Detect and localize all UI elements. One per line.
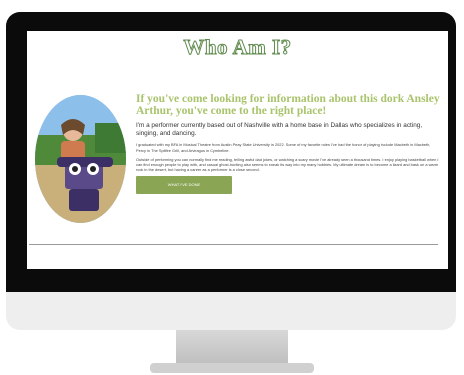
profile-photo [35,95,126,223]
about-paragraph-education: I graduated with my BFA in Musical Theat… [136,142,431,153]
about-intro: I'm a performer currently based out of N… [136,122,423,138]
what-ive-done-button[interactable]: WHAT I'VE DONE [136,175,232,194]
about-paragraph-hobbies: Outside of performing you can normally f… [136,156,439,172]
page-title: Who Am I? [183,35,292,60]
section-divider [29,244,438,245]
about-headline: If you've come looking for information a… [136,93,440,117]
monitor-stand-base [150,363,314,373]
profile-photo-image [35,95,126,223]
about-content: If you've come looking for information a… [136,93,441,194]
website-screen: Who Am I? If you've come looking for inf… [27,31,448,269]
